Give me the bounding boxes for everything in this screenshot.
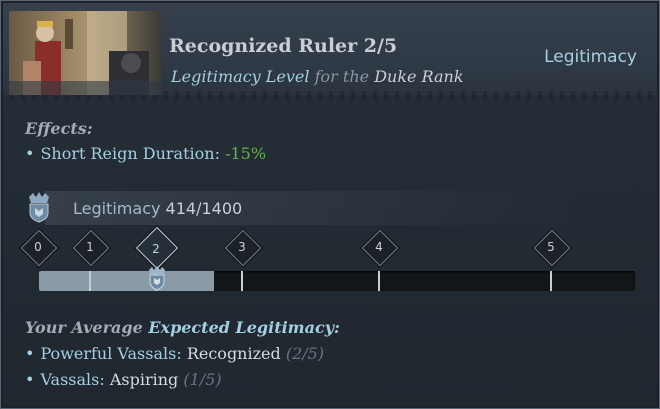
level-number: 0 [34, 240, 42, 254]
level-number: 5 [547, 240, 555, 254]
track-tick [550, 271, 552, 291]
avg-heading-prefix: Your Average [25, 318, 143, 337]
expected-row-value: Recognized [186, 344, 281, 363]
bullet-icon: • [25, 144, 35, 163]
level-number: 1 [86, 240, 94, 254]
expected-legitimacy-heading: Your Average Expected Legitimacy: [25, 318, 340, 337]
level-number: 4 [375, 240, 383, 254]
effect-value: -15% [225, 144, 267, 163]
expected-row-label[interactable]: Vassals: [40, 370, 104, 389]
legitimacy-row: Legitimacy 414/1400 [25, 189, 645, 229]
expected-row: • Powerful Vassals: Recognized (2/5) [25, 344, 324, 363]
expected-row-fraction: (1/5) [183, 370, 222, 389]
effect-item: • Short Reign Duration: -15% [25, 144, 266, 163]
track-fill [39, 271, 214, 291]
legitimacy-track: 0 1 2 3 4 5 [20, 226, 641, 293]
expected-row: • Vassals: Aspiring (1/5) [25, 370, 222, 389]
tooltip-panel: Recognized Ruler 2/5 Legitimacy Level fo… [0, 0, 660, 409]
expected-row-value: Aspiring [109, 370, 179, 389]
legitimacy-amount: 414/1400 [165, 199, 243, 218]
ruler-portrait-image [9, 11, 161, 95]
crown-shield-icon [25, 191, 53, 223]
level-number: 2 [152, 242, 160, 256]
legitimacy-label: Legitimacy [73, 199, 161, 218]
subtitle-rank: Duke Rank [374, 67, 464, 86]
level-subtitle: Legitimacy Level for the Duke Rank [171, 67, 464, 86]
subtitle-term[interactable]: Legitimacy Level [171, 67, 310, 86]
level-number: 3 [238, 240, 246, 254]
legitimacy-link[interactable]: Legitimacy [544, 47, 637, 67]
effects-heading: Effects: [25, 119, 93, 138]
track-tick [241, 271, 243, 291]
expected-row-label[interactable]: Powerful Vassals: [40, 344, 181, 363]
track-tick [89, 271, 91, 291]
avg-heading-term[interactable]: Expected Legitimacy: [148, 318, 340, 337]
expected-row-fraction: (2/5) [285, 344, 325, 363]
track-tick [378, 271, 380, 291]
current-level-crown-icon [146, 265, 168, 291]
bullet-icon: • [25, 370, 35, 389]
bullet-icon: • [25, 344, 35, 363]
legitimacy-value: Legitimacy 414/1400 [73, 199, 242, 218]
level-title: Recognized Ruler 2/5 [169, 35, 398, 57]
effect-label[interactable]: Short Reign Duration: [40, 144, 220, 163]
subtitle-connector: for the [309, 67, 375, 86]
